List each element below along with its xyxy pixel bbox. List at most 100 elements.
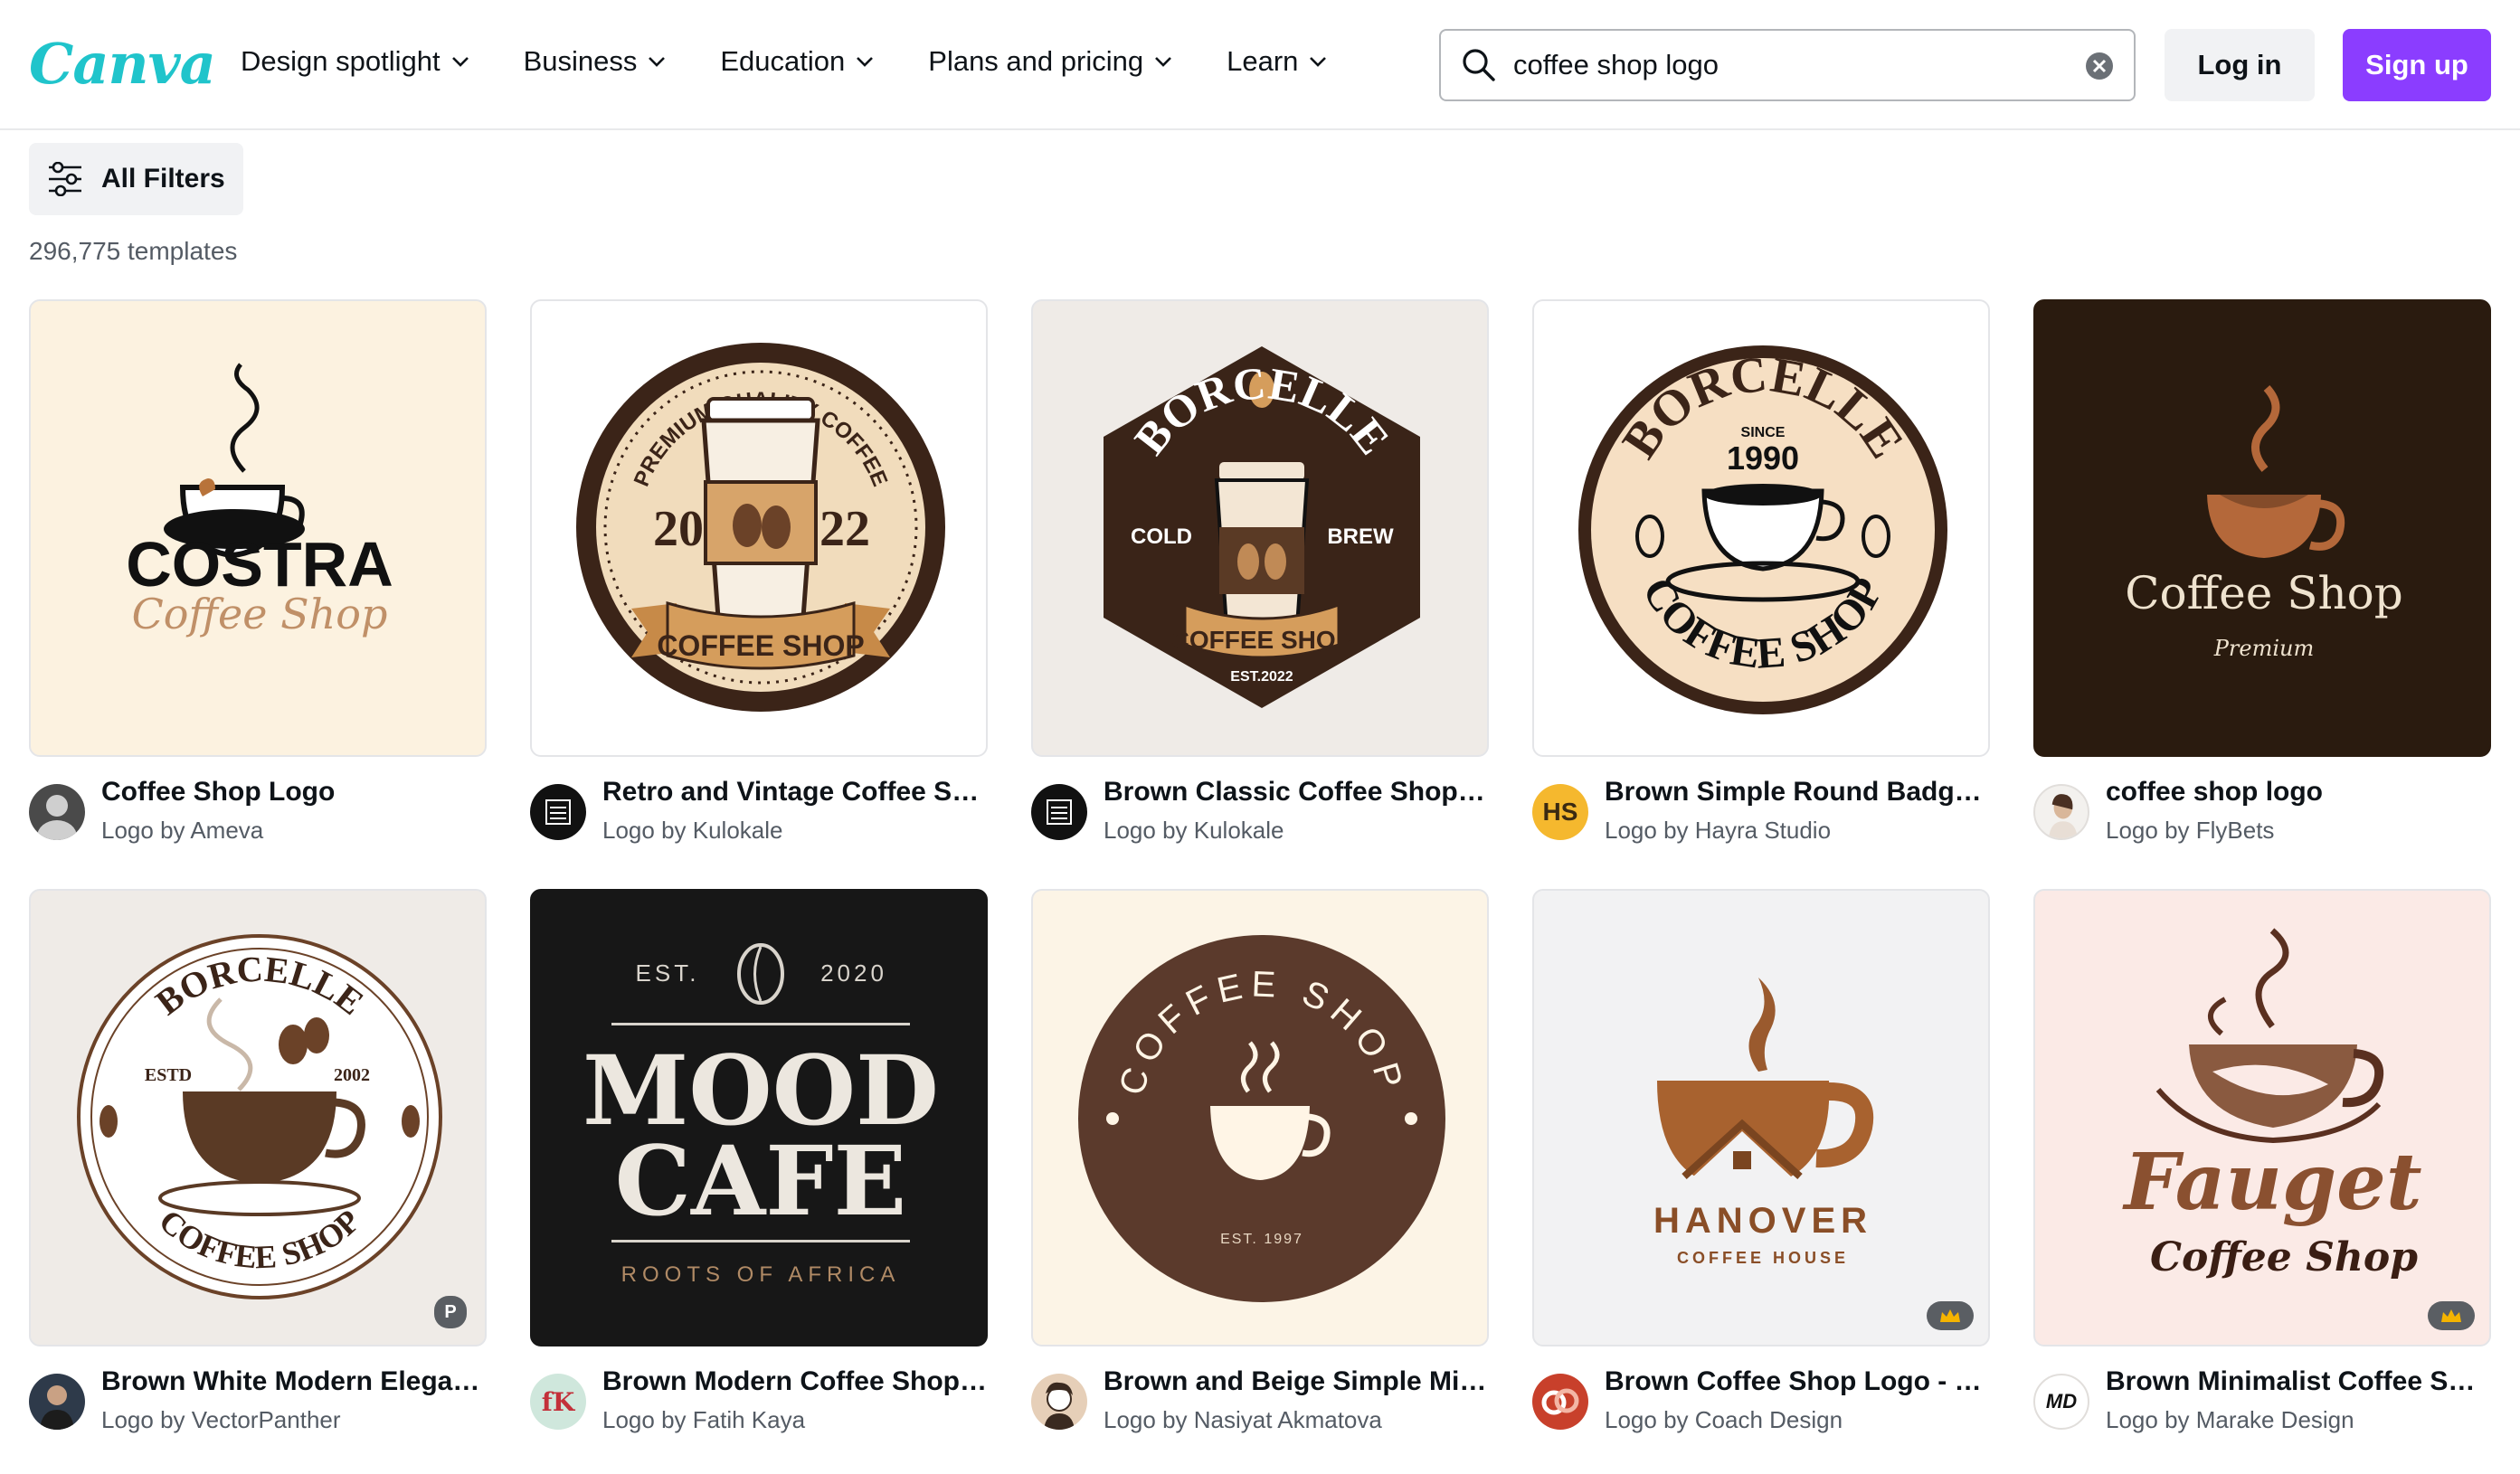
creator-avatar[interactable]	[530, 784, 586, 840]
template-count: 296,775 templates	[29, 237, 238, 265]
art-sub: Premium	[2213, 636, 2314, 661]
art-sub: COFFEE HOUSE	[1677, 1249, 1849, 1267]
template-author[interactable]: Logo by FlyBets	[2106, 817, 2274, 845]
template-meta: coffee shop logo Logo by FlyBets	[2033, 777, 2491, 849]
art-right: BREW	[1327, 524, 1394, 549]
art-line2: CAFE	[615, 1124, 907, 1237]
template-thumbnail[interactable]: Fauget Coffee Shop	[2033, 889, 2491, 1346]
template-title[interactable]: Brown Modern Coffee Shop L...	[602, 1366, 988, 1397]
nav-business[interactable]: Business	[524, 45, 667, 78]
filter-sliders-icon	[49, 162, 81, 196]
template-author[interactable]: Logo by Kulokale	[1104, 817, 1284, 845]
art-right-year: 22	[819, 501, 870, 557]
art-estd: ESTD	[145, 1065, 192, 1085]
top-bar: Canva Design spotlight Business Educatio…	[0, 0, 2520, 130]
nav-design-spotlight[interactable]: Design spotlight	[241, 45, 469, 78]
art-est: EST.2022	[1230, 669, 1293, 685]
crown-icon	[2441, 1309, 2461, 1322]
main-nav: Design spotlight Business Education Plan…	[241, 45, 1381, 78]
template-author[interactable]: Logo by Fatih Kaya	[602, 1406, 805, 1434]
template-meta: Brown White Modern Elegant ... Logo by V…	[29, 1366, 487, 1439]
nav-label: Business	[523, 45, 638, 77]
art-sub: ROOTS OF AFRICA	[621, 1262, 901, 1287]
chevron-down-icon	[1310, 57, 1327, 67]
art-name: Coffee Shop	[2125, 567, 2403, 619]
template-author[interactable]: Logo by Hayra Studio	[1605, 817, 1831, 845]
template-thumbnail[interactable]: HANOVER COFFEE HOUSE	[1532, 889, 1990, 1346]
template-thumbnail[interactable]: BORCELLE ESTD 2002 COFFEE SHOP P	[29, 889, 487, 1346]
creator-avatar[interactable]: MD	[2033, 1374, 2089, 1430]
nav-learn[interactable]: Learn	[1227, 45, 1327, 78]
creator-avatar[interactable]	[1031, 784, 1087, 840]
template-meta: Brown and Beige Simple Mini... Logo by N…	[1031, 1366, 1489, 1439]
template-thumbnail[interactable]: COSTRA Coffee Shop	[29, 299, 487, 757]
filters-label: All Filters	[101, 164, 225, 194]
template-meta: Coffee Shop Logo Logo by Ameva	[29, 777, 487, 849]
art-ribbon: COFFEE SHOP	[657, 629, 864, 662]
creator-avatar[interactable]	[2033, 784, 2089, 840]
creator-avatar[interactable]	[1532, 1374, 1588, 1430]
creator-avatar[interactable]: fK	[530, 1374, 586, 1430]
creator-avatar[interactable]	[29, 784, 85, 840]
template-author[interactable]: Logo by Marake Design	[2106, 1406, 2354, 1434]
chevron-down-icon	[1155, 57, 1172, 67]
template-thumbnail[interactable]: BORCELLE SINCE 1990 COFFEE SHOP	[1532, 299, 1990, 757]
crown-icon	[1940, 1309, 1960, 1322]
template-title[interactable]: Brown White Modern Elegant ...	[101, 1366, 487, 1397]
template-meta: Brown Classic Coffee Shop B... Logo by K…	[1031, 777, 1489, 849]
nav-label: Design spotlight	[241, 45, 441, 77]
search-box	[1439, 29, 2136, 101]
login-button[interactable]: Log in	[2165, 29, 2315, 101]
canva-logo[interactable]: Canva	[29, 31, 216, 97]
template-meta: Retro and Vintage Coffee Sho... Logo by …	[530, 777, 988, 849]
nav-plans-pricing[interactable]: Plans and pricing	[928, 45, 1172, 78]
clear-search-icon[interactable]	[2085, 52, 2114, 80]
creator-avatar[interactable]: HS	[1532, 784, 1588, 840]
pro-badge: P	[434, 1296, 467, 1328]
premium-crown-badge	[1927, 1301, 1974, 1330]
all-filters-button[interactable]: All Filters	[29, 143, 243, 215]
nav-label: Education	[720, 45, 846, 77]
template-title[interactable]: coffee shop logo	[2106, 777, 2491, 808]
template-title[interactable]: Brown Coffee Shop Logo - Lo...	[1605, 1366, 1990, 1397]
template-title[interactable]: Brown Minimalist Coffee Sho...	[2106, 1366, 2491, 1397]
template-thumbnail[interactable]: COFFEE SHOP EST. 1997	[1031, 889, 1489, 1346]
art-year: 1990	[1727, 439, 1799, 477]
template-author[interactable]: Logo by VectorPanther	[101, 1406, 341, 1434]
search-icon	[1463, 49, 1495, 81]
template-title[interactable]: Retro and Vintage Coffee Sho...	[602, 777, 988, 808]
creator-avatar[interactable]	[1031, 1374, 1087, 1430]
nav-education[interactable]: Education	[720, 45, 874, 78]
creator-avatar[interactable]	[29, 1374, 85, 1430]
art-est: EST.	[636, 959, 700, 987]
template-title[interactable]: Coffee Shop Logo	[101, 777, 487, 808]
template-author[interactable]: Logo by Ameva	[101, 817, 263, 845]
template-title[interactable]: Brown Simple Round Badge C...	[1605, 777, 1990, 808]
template-thumbnail[interactable]: Coffee Shop Premium	[2033, 299, 2491, 757]
template-author[interactable]: Logo by Coach Design	[1605, 1406, 1843, 1434]
art-brand: Fauget	[2121, 1137, 2421, 1228]
signup-button[interactable]: Sign up	[2343, 29, 2491, 101]
template-title[interactable]: Brown Classic Coffee Shop B...	[1104, 777, 1489, 808]
chevron-down-icon	[857, 57, 874, 67]
search-input[interactable]	[1513, 49, 2056, 81]
art-ribbon: COFFEE SHOP	[1171, 626, 1353, 654]
art-left-year: 20	[653, 501, 704, 557]
template-thumbnail[interactable]: EST. 2020 MOOD CAFE ROOTS OF AFRICA	[530, 889, 988, 1346]
chevron-down-icon	[451, 57, 469, 67]
template-meta: Brown Coffee Shop Logo - Lo... Logo by C…	[1532, 1366, 1990, 1439]
template-meta: fK Brown Modern Coffee Shop L... Logo by…	[530, 1366, 988, 1439]
art-sub: Coffee Shop	[2150, 1234, 2418, 1280]
template-title[interactable]: Brown and Beige Simple Mini...	[1104, 1366, 1489, 1397]
template-author[interactable]: Logo by Kulokale	[602, 817, 782, 845]
template-thumbnail[interactable]: BORCELLE COLD BREW COFFEE SHOP EST.2022	[1031, 299, 1489, 757]
template-meta: HS Brown Simple Round Badge C... Logo by…	[1532, 777, 1990, 849]
art-est: EST. 1997	[1220, 1232, 1303, 1247]
nav-label: Plans and pricing	[928, 45, 1144, 77]
template-author[interactable]: Logo by Nasiyat Akmatova	[1104, 1406, 1382, 1434]
art-year: 2002	[334, 1065, 370, 1085]
template-thumbnail[interactable]: PREMIUM QUALITY COFFEE 20 22 COFFEE SHOP	[530, 299, 988, 757]
art-script: Coffee Shop	[132, 590, 388, 638]
premium-crown-badge	[2428, 1301, 2475, 1330]
nav-label: Learn	[1227, 45, 1299, 77]
